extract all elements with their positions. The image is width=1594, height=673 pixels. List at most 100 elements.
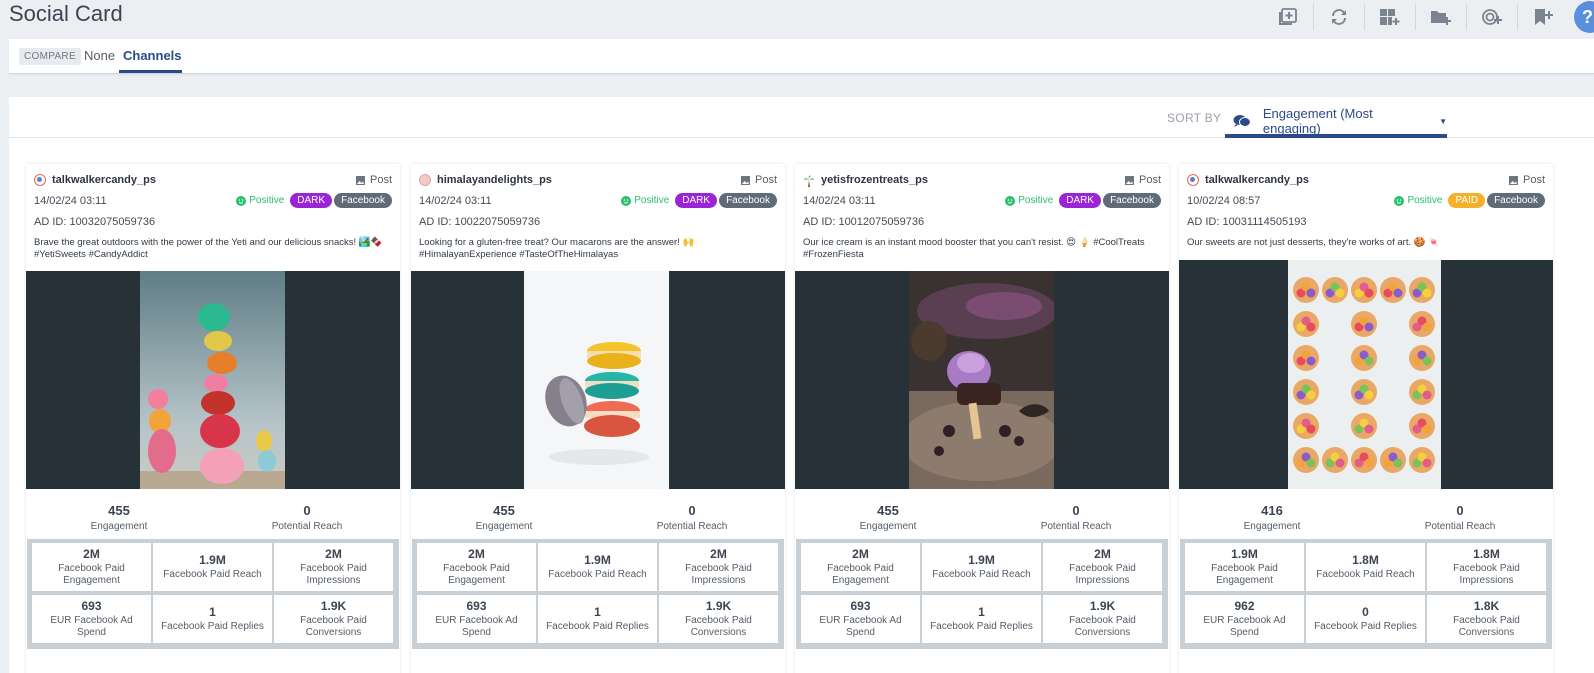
stat-cell: 1.9M Facebook Paid Reach xyxy=(922,543,1041,591)
smile-icon xyxy=(236,195,247,206)
channel-badge: Facebook xyxy=(334,193,392,208)
engagement-value: 416 xyxy=(1261,503,1283,518)
post-type: Post xyxy=(355,174,392,186)
stat-cell: 1 Facebook Paid Replies xyxy=(538,595,657,643)
engagement-metrics: 455 Engagement 0 Potential Reach xyxy=(26,497,400,541)
post-media[interactable] xyxy=(26,271,400,489)
ad-id: AD ID: 10032075059736 xyxy=(34,216,156,228)
top-bar: Social Card ? xyxy=(0,0,1594,38)
engagement-label: Engagement xyxy=(859,521,917,532)
dashboard-add-icon xyxy=(1380,9,1400,25)
stat-cell: 1.8M Facebook Paid Impressions xyxy=(1427,543,1546,591)
avatar xyxy=(803,174,815,187)
reach-value: 0 xyxy=(688,503,696,518)
stat-cell: 1.9K Facebook Paid Conversions xyxy=(274,595,393,643)
post-caption: Our sweets are not just desserts, they'r… xyxy=(1187,237,1441,248)
stat-cell: 1.9M Facebook Paid Reach xyxy=(538,543,657,591)
refresh-button[interactable] xyxy=(1314,4,1365,30)
add-channel-button[interactable] xyxy=(1467,4,1518,30)
image-post-icon xyxy=(1124,175,1134,185)
help-icon: ? xyxy=(1582,6,1593,27)
channel-badge: Facebook xyxy=(1103,193,1161,208)
sort-bar: SORT BY Engagement (Most engaging) ▼ xyxy=(9,97,1594,138)
stat-cell: 0 Facebook Paid Replies xyxy=(1306,595,1425,643)
help-button[interactable]: ? xyxy=(1574,1,1594,33)
post-type: Post xyxy=(740,174,777,186)
post-type: Post xyxy=(1124,174,1161,186)
ad-type-badge: DARK xyxy=(1059,193,1102,208)
refresh-icon xyxy=(1332,9,1346,25)
ad-type-badge: DARK xyxy=(290,193,333,208)
stat-cell: 2M Facebook Paid Impressions xyxy=(1043,543,1162,591)
sentiment-badge: Positive xyxy=(1394,195,1442,206)
paid-stats-grid: 1.9M Facebook Paid Engagement 1.8M Faceboo… xyxy=(1180,539,1552,649)
reach-label: Potential Reach xyxy=(1424,521,1496,532)
sentiment-badge: Positive xyxy=(1005,195,1053,206)
post-image xyxy=(524,271,669,489)
stat-cell: 1 Facebook Paid Replies xyxy=(922,595,1041,643)
post-type: Post xyxy=(1508,174,1545,186)
post-caption: Our ice cream is an instant mood booster… xyxy=(803,237,1145,260)
compare-tag: COMPARE xyxy=(19,48,81,65)
compare-option-channels[interactable]: Channels xyxy=(123,48,182,63)
add-widget-button[interactable] xyxy=(1263,4,1314,30)
avatar xyxy=(419,174,431,186)
compare-option-none[interactable]: None xyxy=(84,48,115,63)
stat-cell: 693 EUR Facebook Ad Spend xyxy=(801,595,920,643)
stat-cell: 962 EUR Facebook Ad Spend xyxy=(1185,595,1304,643)
smile-icon xyxy=(621,195,632,206)
engagement-metrics: 416 Engagement 0 Potential Reach xyxy=(1179,497,1553,541)
folder-add-icon xyxy=(1431,11,1451,25)
sort-dropdown[interactable]: Engagement (Most engaging) ▼ xyxy=(1225,105,1447,137)
stat-cell: 2M Facebook Paid Impressions xyxy=(274,543,393,591)
ad-id: AD ID: 10012075059736 xyxy=(803,216,925,228)
add-dashboard-button[interactable] xyxy=(1365,4,1416,30)
paid-stats-grid: 2M Facebook Paid Engagement 1.9M Facebook … xyxy=(27,539,399,649)
toolbar xyxy=(1263,4,1568,30)
paid-stats-grid: 2M Facebook Paid Engagement 1.9M Facebook … xyxy=(796,539,1168,649)
social-card[interactable]: talkwalkercandy_ps Post 14/02/24 03:11 P… xyxy=(26,164,400,673)
reach-label: Potential Reach xyxy=(656,521,728,532)
avatar xyxy=(1187,174,1199,186)
username[interactable]: yetisfrozentreats_ps xyxy=(821,174,928,186)
engagement-metrics: 455 Engagement 0 Potential Reach xyxy=(411,497,785,541)
image-post-icon xyxy=(355,175,365,185)
post-media[interactable] xyxy=(795,271,1169,489)
reach-value: 0 xyxy=(1456,503,1464,518)
sort-active-indicator xyxy=(1225,134,1447,138)
post-image xyxy=(1288,260,1441,489)
username[interactable]: talkwalkercandy_ps xyxy=(1205,174,1309,186)
post-media[interactable] xyxy=(411,271,785,489)
radar-add-icon xyxy=(1482,9,1502,25)
post-date: 10/02/24 08:57 xyxy=(1187,195,1261,207)
username[interactable]: himalayandelights_ps xyxy=(437,174,552,186)
stat-cell: 2M Facebook Paid Engagement xyxy=(801,543,920,591)
stat-cell: 693 EUR Facebook Ad Spend xyxy=(32,595,151,643)
image-post-icon xyxy=(740,175,750,185)
stat-cell: 1.9K Facebook Paid Conversions xyxy=(659,595,778,643)
card-grid: talkwalkercandy_ps Post 14/02/24 03:11 P… xyxy=(26,164,1566,673)
add-bookmark-button[interactable] xyxy=(1518,4,1568,30)
social-card[interactable]: yetisfrozentreats_ps Post 14/02/24 03:11… xyxy=(795,164,1169,673)
ad-type-badge: DARK xyxy=(675,193,718,208)
engagement-label: Engagement xyxy=(90,521,148,532)
reach-value: 0 xyxy=(1072,503,1080,518)
add-folder-button[interactable] xyxy=(1416,4,1467,30)
ad-type-badge: PAID xyxy=(1448,193,1486,208)
social-card[interactable]: himalayandelights_ps Post 14/02/24 03:11… xyxy=(411,164,785,673)
chat-bubbles-icon xyxy=(1233,115,1251,127)
sentiment-badge: Positive xyxy=(621,195,669,206)
channel-badge: Facebook xyxy=(1487,193,1545,208)
post-date: 14/02/24 03:11 xyxy=(419,195,492,207)
palm-tree-icon xyxy=(804,175,814,187)
username[interactable]: talkwalkercandy_ps xyxy=(52,174,156,186)
social-card[interactable]: talkwalkercandy_ps Post 10/02/24 08:57 P… xyxy=(1179,164,1553,673)
post-date: 14/02/24 03:11 xyxy=(34,195,107,207)
stat-cell: 1 Facebook Paid Replies xyxy=(153,595,272,643)
post-media[interactable] xyxy=(1179,260,1553,489)
bookmark-add-icon xyxy=(1535,9,1553,25)
post-caption: Looking for a gluten-free treat? Our mac… xyxy=(419,237,695,260)
post-caption: Brave the great outdoors with the power … xyxy=(34,237,383,260)
image-post-icon xyxy=(1508,175,1518,185)
avatar xyxy=(34,174,46,186)
